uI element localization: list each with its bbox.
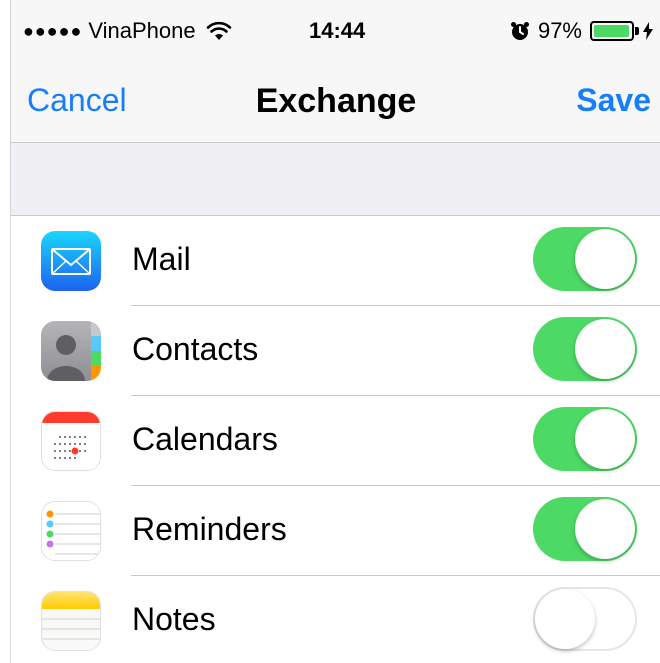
sync-options-list: Mail Contacts Calendars Reminders Notes [11,216,660,663]
toggle-knob [535,589,595,649]
alarm-clock-icon [510,22,529,40]
toggle-knob [575,499,635,559]
list-item-reminders: Reminders [11,486,660,576]
notes-icon [41,591,101,651]
list-item-mail: Mail [11,216,660,306]
signal-strength-icon: ●●●●● [23,20,83,41]
status-right: 97% [510,18,653,44]
reminders-icon [41,501,101,561]
item-label: Mail [132,241,191,277]
status-left: ●●●●● VinaPhone [23,18,232,44]
notes-toggle[interactable] [533,587,637,651]
carrier-name: VinaPhone [88,18,196,43]
item-label: Contacts [132,331,259,367]
list-item-notes: Notes [11,576,660,663]
top-bar: ●●●●● VinaPhone 14:44 97% Cancel Exchang… [11,0,660,143]
battery-icon [590,21,634,41]
wifi-icon [206,21,231,40]
battery-percent: 97% [537,18,582,43]
contacts-toggle[interactable] [533,317,637,381]
list-item-contacts: Contacts [11,306,660,396]
charging-bolt-icon [643,22,653,40]
calendar-icon [41,411,101,471]
item-label: Reminders [132,511,287,547]
save-button[interactable]: Save [576,82,651,119]
page-title: Exchange [255,82,417,120]
navigation-bar: Cancel Exchange Save [11,64,660,142]
status-bar: ●●●●● VinaPhone 14:44 97% [11,0,660,64]
item-label: Notes [132,601,216,637]
mail-toggle[interactable] [533,227,637,291]
item-label: Calendars [132,421,278,457]
mail-icon [41,231,101,291]
list-item-calendars: Calendars [11,396,660,486]
status-time: 14:44 [309,18,366,43]
calendars-toggle[interactable] [533,407,637,471]
settings-screen: ●●●●● VinaPhone 14:44 97% Cancel Exchang… [10,0,660,663]
battery-nub [635,27,639,35]
toggle-knob [575,409,635,469]
toggle-knob [575,229,635,289]
battery-fill [594,25,629,37]
reminders-toggle[interactable] [533,497,637,561]
contacts-icon [41,321,101,381]
section-header-spacer [11,143,660,216]
toggle-knob [575,319,635,379]
